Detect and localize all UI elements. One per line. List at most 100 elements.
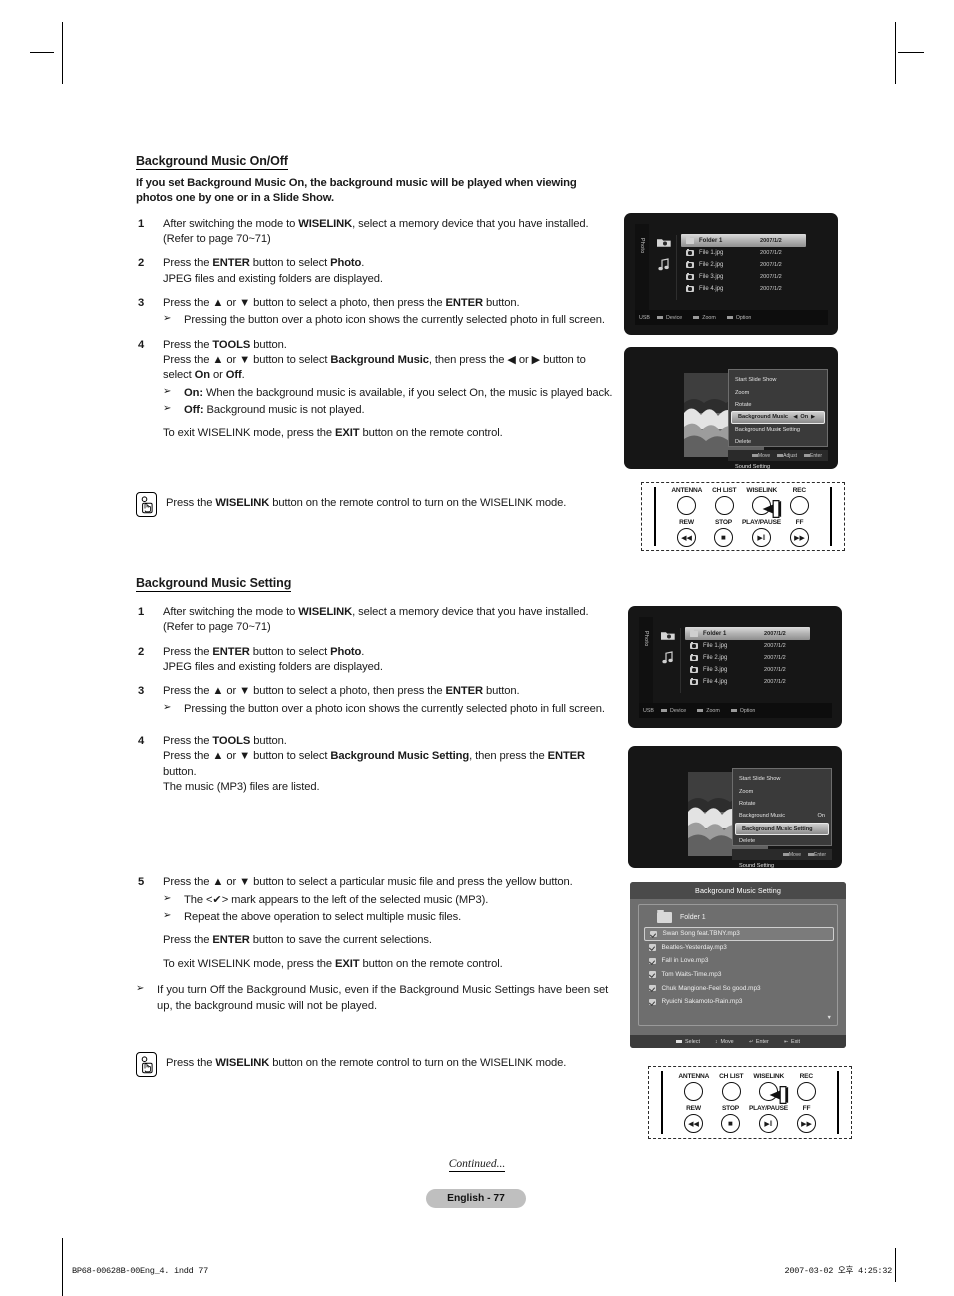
crop-mark-top-left-vertical	[62, 22, 63, 84]
checkbox-checked-icon[interactable]	[649, 998, 656, 1006]
button-circle[interactable]: ▶▶	[790, 528, 809, 547]
track-row[interactable]: Beatles-Yesterday.mp3	[639, 941, 837, 955]
file-row[interactable]: File 2.jpg 2007/1/2	[681, 259, 806, 271]
button-circle[interactable]: ▶▶	[797, 1114, 816, 1133]
key-select[interactable]: Select	[676, 1039, 700, 1045]
file-row-selected[interactable]: Folder 1 2007/1/2	[685, 627, 810, 640]
checkbox-checked-icon[interactable]	[649, 957, 656, 965]
remote-button-antenna[interactable]: ANTENNA	[668, 487, 706, 515]
key-zoom[interactable]: Zoom	[693, 315, 716, 321]
key-move[interactable]: ↕ Move	[715, 1039, 734, 1045]
save-instruction: Press the ENTER button to save the curre…	[163, 933, 616, 948]
tools-menu-item[interactable]: Zoom	[729, 386, 827, 398]
step-number: 1	[138, 217, 145, 230]
button-circle[interactable]	[677, 496, 697, 515]
button-circle[interactable]	[684, 1082, 704, 1101]
checkbox-checked-icon[interactable]	[649, 971, 656, 978]
right-arrow-icon[interactable]: ▶	[808, 414, 818, 420]
file-row-selected[interactable]: Folder 1 2007/1/2	[681, 234, 806, 247]
left-arrow-icon[interactable]: ◀	[791, 414, 801, 420]
button-circle[interactable]	[714, 496, 734, 515]
tools-menu-item[interactable]: Start Slide Show	[733, 773, 831, 785]
tools-menu-bottom-bar: Move Adjust Enter	[728, 450, 828, 461]
tools-menu-item[interactable]: Rotate	[733, 798, 831, 810]
key-zoom[interactable]: Zoom	[697, 708, 720, 714]
menu-item-label: Sound Setting	[735, 463, 771, 469]
key-move[interactable]: Move	[782, 852, 801, 858]
checkbox-checked-icon[interactable]	[649, 984, 656, 992]
file-row[interactable]: File 1.jpg 2007/1/2	[685, 640, 810, 652]
tools-menu-item[interactable]: Rotate	[729, 399, 827, 411]
scroll-down-indicator[interactable]: ▼	[827, 1015, 832, 1021]
remote-button-antenna[interactable]: ANTENNA	[675, 1073, 713, 1101]
key-device[interactable]: Device	[657, 315, 682, 321]
music-mode-icon[interactable]	[662, 651, 674, 664]
remote-button-playpause[interactable]: PLAY/PAUSE ▶‖	[749, 1105, 788, 1133]
photo-mode-icon[interactable]	[656, 236, 672, 248]
tools-menu-item[interactable]: Sound Setting	[733, 860, 831, 868]
file-row[interactable]: File 1.jpg 2007/1/2	[681, 247, 806, 259]
key-move[interactable]: Move	[751, 453, 770, 459]
tools-menu-item[interactable]: Delete	[729, 436, 827, 448]
key-exit[interactable]: ⇤ Exit	[784, 1039, 800, 1045]
menu-item-label: Background Music	[738, 414, 789, 421]
remote-button-rew[interactable]: REW ◀◀	[668, 519, 705, 547]
tools-menu-item-background-music[interactable]: Background Music On	[733, 810, 831, 822]
menu-item-label: Rotate	[739, 800, 756, 807]
step-text: Press the	[163, 257, 213, 270]
remote-button-chlist[interactable]: CH LIST	[713, 1073, 751, 1101]
music-mode-icon[interactable]	[658, 258, 670, 271]
button-circle[interactable]: ■	[720, 1114, 740, 1133]
track-row[interactable]: Chuk Mangione-Feel So good.mp3	[639, 981, 837, 995]
button-circle[interactable]: ■	[713, 528, 733, 547]
key-option[interactable]: Option	[726, 315, 751, 321]
remote-button-ff[interactable]: FF ▶▶	[788, 1105, 825, 1133]
remote-button-ff[interactable]: FF ▶▶	[781, 519, 818, 547]
file-row[interactable]: File 3.jpg 2007/1/2	[685, 664, 810, 676]
key-adjust[interactable]: Adjust	[777, 453, 797, 459]
track-row[interactable]: Fall in Love.mp3	[639, 954, 837, 968]
button-circle[interactable]: ▶‖	[758, 1114, 778, 1133]
menu-item-label: Start Slide Show	[739, 776, 781, 783]
checkbox-checked-icon[interactable]	[650, 930, 657, 938]
remote-button-rew[interactable]: REW ◀◀	[675, 1105, 712, 1133]
file-date: 2007/1/2	[764, 655, 786, 661]
key-option[interactable]: Option	[730, 708, 755, 714]
tools-menu-item[interactable]: Delete	[733, 835, 831, 847]
camera-icon	[686, 260, 694, 268]
remote-button-stop[interactable]: STOP ■	[712, 1105, 749, 1133]
remote-button-rec[interactable]: REC	[781, 487, 819, 515]
key-enter[interactable]: ↵ Enter	[749, 1039, 769, 1045]
file-row[interactable]: File 3.jpg 2007/1/2	[681, 271, 806, 283]
key-label: Select	[685, 1038, 700, 1045]
button-circle[interactable]: ◀◀	[683, 1114, 703, 1133]
remote-button-chlist[interactable]: CH LIST	[706, 487, 744, 515]
key-enter[interactable]: Enter	[808, 852, 826, 858]
menu-item-label: Sound Setting	[739, 862, 775, 868]
button-circle[interactable]	[796, 1082, 816, 1101]
tools-menu-item[interactable]: Start Slide Show	[729, 374, 827, 386]
track-row[interactable]: Tom Waits-Time.mp3	[639, 968, 837, 982]
file-row[interactable]: File 4.jpg 2007/1/2	[681, 283, 806, 295]
remote-button-rec[interactable]: REC	[788, 1073, 826, 1101]
button-circle[interactable]: ◀◀	[676, 528, 696, 547]
checkbox-checked-icon[interactable]	[649, 944, 656, 951]
button-circle[interactable]: ▶‖	[751, 528, 771, 547]
tools-menu-item[interactable]: Zoom	[733, 785, 831, 797]
button-circle[interactable]	[721, 1082, 741, 1101]
track-row[interactable]: Ryuichi Sakamoto-Rain.mp3	[639, 995, 837, 1009]
step-number: 2	[138, 257, 145, 270]
tools-menu-item-background-music[interactable]: Background Music ◀ On ▶	[731, 411, 825, 424]
key-enter[interactable]: Enter	[804, 453, 822, 459]
key-device[interactable]: Device	[661, 708, 686, 714]
file-date: 2007/1/2	[760, 250, 782, 256]
final-note: If you turn Off the Background Music, ev…	[136, 982, 616, 1014]
photo-mode-icon[interactable]	[660, 629, 676, 641]
remote-button-stop[interactable]: STOP ■	[705, 519, 742, 547]
remote-button-playpause[interactable]: PLAY/PAUSE ▶‖	[742, 519, 781, 547]
tools-menu-item[interactable]: Sound Setting	[729, 461, 827, 469]
file-row[interactable]: File 4.jpg 2007/1/2	[685, 676, 810, 688]
track-row-selected[interactable]: Swan Song feat.TBNY.mp3	[644, 927, 834, 941]
button-circle[interactable]	[789, 496, 809, 515]
file-row[interactable]: File 2.jpg 2007/1/2	[685, 652, 810, 664]
